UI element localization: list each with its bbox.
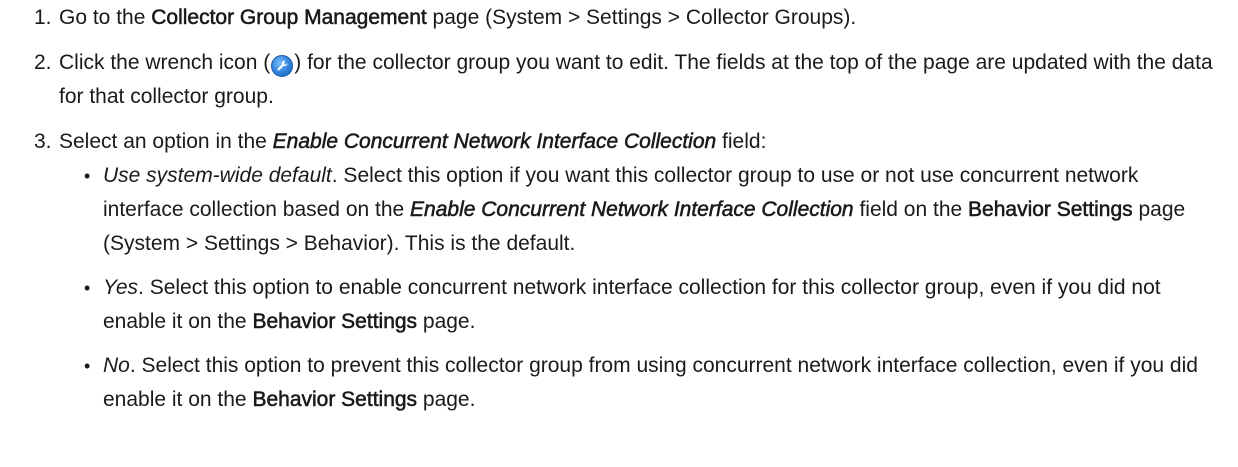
field-name-enable-concurrent: Enable Concurrent Network Interface Coll… <box>272 130 717 154</box>
bullet: • <box>84 166 91 186</box>
option-item-system-default: • Use system-wide default. Select this o… <box>84 159 1218 261</box>
step-text-part: field: <box>716 130 767 153</box>
bullet: • <box>84 278 91 298</box>
ui-label-behavior-settings: Behavior Settings <box>252 310 418 334</box>
ui-label-behavior-settings: Behavior Settings <box>252 388 418 412</box>
option-text-part: page. <box>417 388 476 411</box>
option-text: No. Select this option to prevent this c… <box>103 349 1218 417</box>
option-item-no: • No. Select this option to prevent this… <box>84 349 1218 417</box>
step-number: 2. <box>34 51 52 74</box>
option-text: Use system-wide default. Select this opt… <box>103 159 1218 261</box>
step-text-part: Go to the <box>59 6 152 29</box>
option-text-part: page. <box>417 310 476 333</box>
option-item-yes: • Yes. Select this option to enable conc… <box>84 271 1218 339</box>
step-3: 3. Select an option in the Enable Concur… <box>34 125 1218 427</box>
option-name: Yes <box>103 276 139 299</box>
wrench-icon <box>271 54 294 77</box>
step-text-part: Click the wrench icon ( <box>59 51 271 74</box>
step-text: Go to the Collector Group Management pag… <box>59 1 1218 35</box>
step-text-part: page (System > Settings > Collector Grou… <box>426 6 857 29</box>
step-text-part: Select an option in the <box>59 130 273 153</box>
step-text: Select an option in the Enable Concurren… <box>59 125 1218 427</box>
ui-label-collector-group-management: Collector Group Management <box>151 6 427 30</box>
option-list: • Use system-wide default. Select this o… <box>59 159 1218 417</box>
bullet: • <box>84 356 91 376</box>
option-text: Yes. Select this option to enable concur… <box>103 271 1218 339</box>
document: 1. Go to the Collector Group Management … <box>0 0 1238 427</box>
step-number: 3. <box>34 130 52 153</box>
step-number: 1. <box>34 6 52 29</box>
step-text: Click the wrench icon () for the collect… <box>59 46 1218 114</box>
option-name: Use system-wide default <box>103 164 332 187</box>
field-name-enable-concurrent: Enable Concurrent Network Interface Coll… <box>410 198 854 222</box>
ui-label-behavior-settings: Behavior Settings <box>968 198 1133 222</box>
option-text-part: field on the <box>853 198 969 221</box>
option-name: No <box>103 354 130 377</box>
step-1: 1. Go to the Collector Group Management … <box>34 0 1218 35</box>
step-2: 2. Click the wrench icon () for the coll… <box>34 46 1218 114</box>
